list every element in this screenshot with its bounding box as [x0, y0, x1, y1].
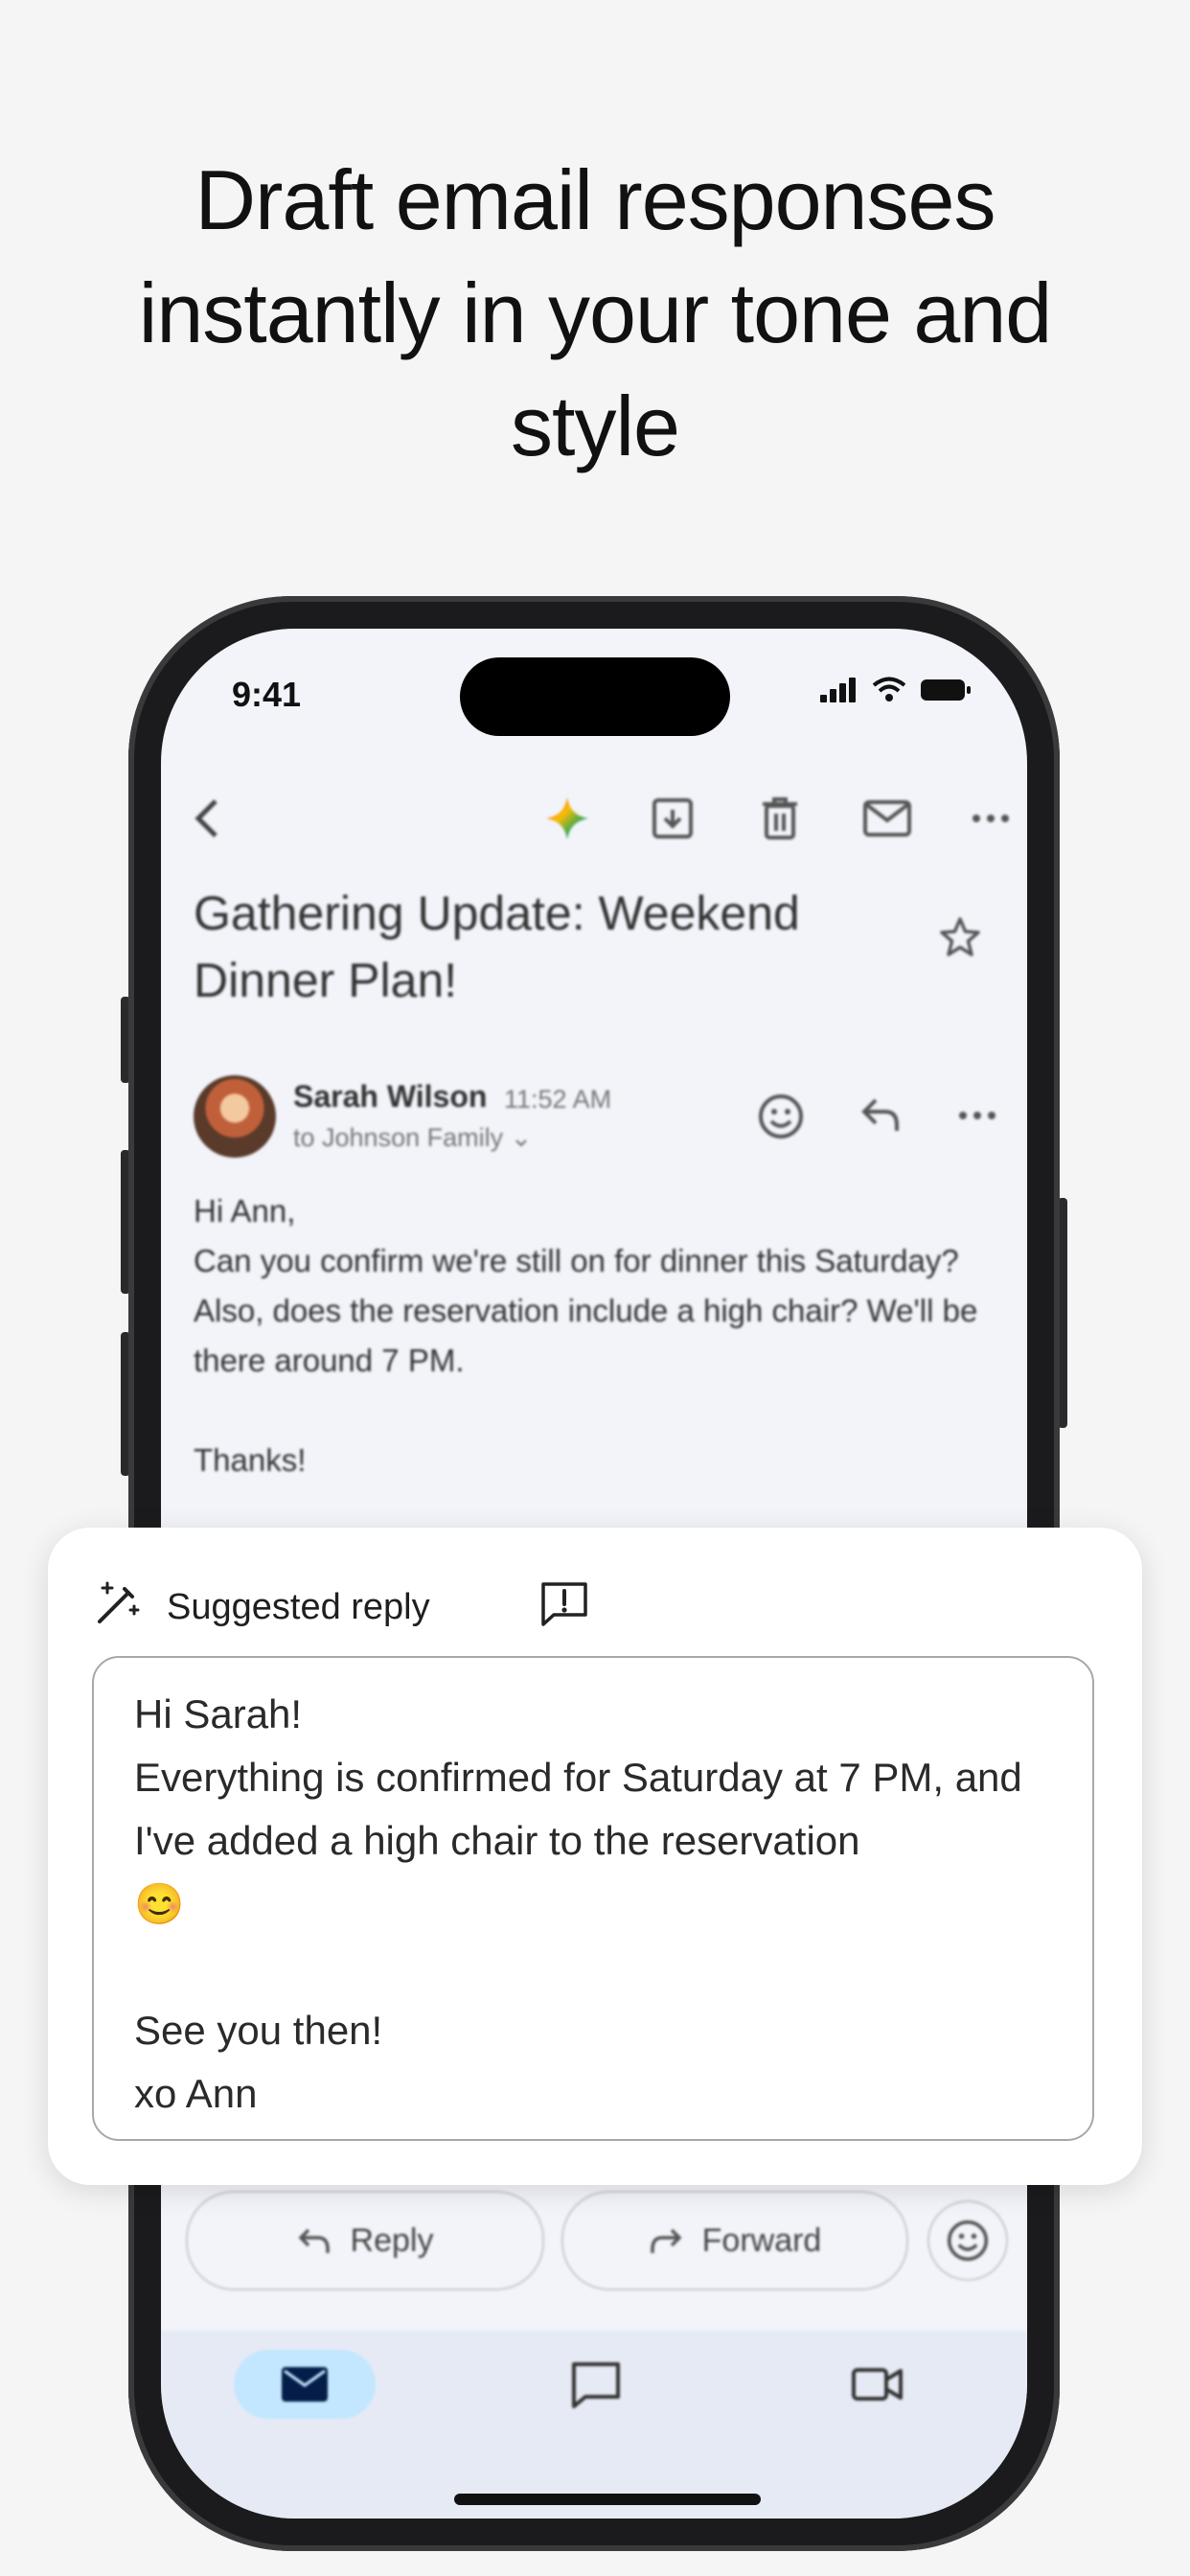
recipients-label: to Johnson Family — [293, 1123, 504, 1152]
nav-meet[interactable] — [832, 2350, 924, 2419]
signal-icon — [820, 678, 856, 702]
reply-label: Reply — [350, 2221, 434, 2259]
nav-chat[interactable] — [550, 2350, 642, 2419]
chat-icon — [572, 2362, 620, 2408]
gemini-sparkle-icon[interactable] — [540, 792, 594, 845]
suggested-reply-textbox[interactable]: Hi Sarah! Everything is confirmed for Sa… — [92, 1656, 1094, 2141]
message-more-icon[interactable] — [958, 1108, 996, 1125]
battery-icon — [921, 679, 971, 701]
emoji-reaction-button[interactable] — [927, 2200, 1008, 2281]
reply-arrow-icon — [298, 2228, 330, 2253]
mark-unread-icon[interactable] — [860, 792, 914, 845]
email-recipients[interactable]: to Johnson Family ⌄ — [293, 1123, 532, 1153]
smiley-icon — [947, 2220, 989, 2262]
sender-name: Sarah Wilson — [293, 1079, 488, 1114]
reply-icon[interactable] — [858, 1092, 903, 1141]
email-time: 11:52 AM — [504, 1085, 612, 1114]
home-indicator — [454, 2494, 761, 2505]
forward-label: Forward — [701, 2221, 822, 2259]
status-icons — [820, 677, 972, 703]
wifi-icon — [872, 677, 906, 702]
star-icon[interactable] — [939, 916, 981, 963]
dynamic-island — [460, 657, 730, 736]
suggested-reply-title: Suggested reply — [167, 1587, 430, 1627]
nav-mail[interactable] — [234, 2350, 376, 2419]
video-icon — [852, 2368, 903, 2401]
email-toolbar — [161, 772, 1027, 859]
forward-button[interactable]: Forward — [561, 2191, 908, 2290]
suggested-reply-card: Suggested reply Hi Sarah! Everything is … — [48, 1528, 1142, 2185]
delete-icon[interactable] — [753, 792, 807, 845]
emoji-react-icon[interactable] — [757, 1092, 805, 1145]
more-options-icon[interactable] — [964, 792, 1018, 845]
feedback-icon[interactable] — [540, 1581, 588, 1627]
status-bar: 9:41 — [161, 629, 1027, 772]
magic-pen-icon — [98, 1581, 140, 1623]
sender-avatar — [194, 1075, 276, 1158]
suggested-reply-header: Suggested reply — [94, 1566, 669, 1643]
action-bar: Reply Forward — [161, 2191, 1027, 2306]
reply-button[interactable]: Reply — [186, 2191, 544, 2290]
archive-icon[interactable] — [646, 792, 699, 845]
suggested-reply-text: Hi Sarah! Everything is confirmed for Sa… — [134, 1691, 1022, 2116]
mail-icon — [282, 2367, 328, 2402]
headline: Draft email responses instantly in your … — [138, 152, 1052, 473]
back-icon[interactable] — [180, 792, 234, 845]
status-time: 9:41 — [232, 675, 302, 714]
bottom-navigation — [161, 2331, 1027, 2518]
forward-arrow-icon — [650, 2228, 682, 2253]
email-subject: Gathering Update: Weekend Dinner Plan! — [194, 886, 800, 1007]
email-body: Hi Ann, Can you confirm we're still on f… — [194, 1193, 978, 1478]
